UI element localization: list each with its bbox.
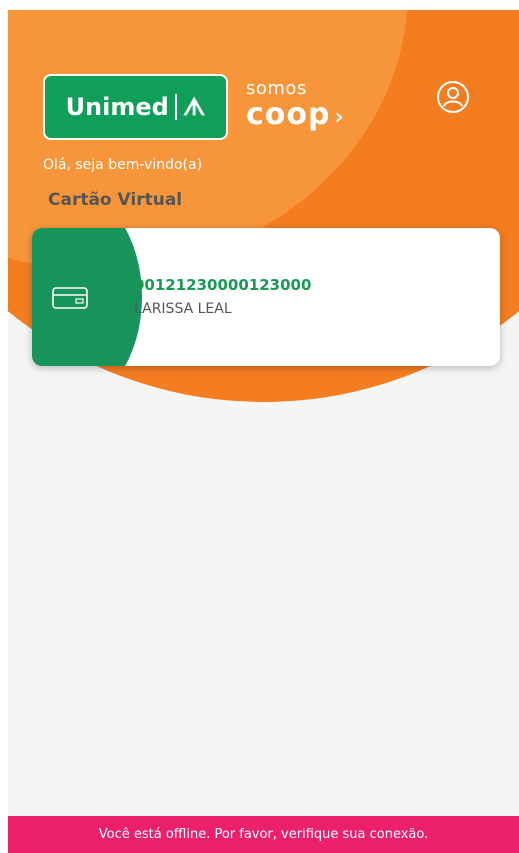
coop-word: coop › — [246, 100, 345, 130]
offline-banner: Você está offline. Por favor, verifique … — [8, 816, 519, 853]
virtual-card[interactable]: 00121230000123000 LARISSA LEAL — [32, 228, 500, 366]
arrow-icon: › — [334, 105, 345, 130]
card-number: 00121230000123000 — [134, 276, 312, 294]
logo-divider — [174, 94, 177, 120]
profile-button[interactable] — [436, 80, 470, 114]
unimed-logo: Unimed ᗑ — [43, 74, 228, 140]
greeting-text: Olá, seja bem-vindo(a) — [43, 157, 203, 173]
coop-text: coop — [246, 97, 331, 132]
profile-icon — [437, 81, 469, 113]
brand-name: Unimed — [65, 93, 169, 121]
card-holder-name: LARISSA LEAL — [134, 301, 232, 317]
unimed-symbol-icon: ᗑ — [182, 93, 206, 121]
page-title: Cartão Virtual — [48, 190, 183, 210]
app-screen: Unimed ᗑ somos coop › Olá, seja bem-vindo… — [8, 10, 519, 853]
card-icon — [52, 287, 88, 309]
coop-top-text: somos — [246, 78, 307, 99]
somos-coop-logo: somos coop › — [246, 80, 345, 130]
